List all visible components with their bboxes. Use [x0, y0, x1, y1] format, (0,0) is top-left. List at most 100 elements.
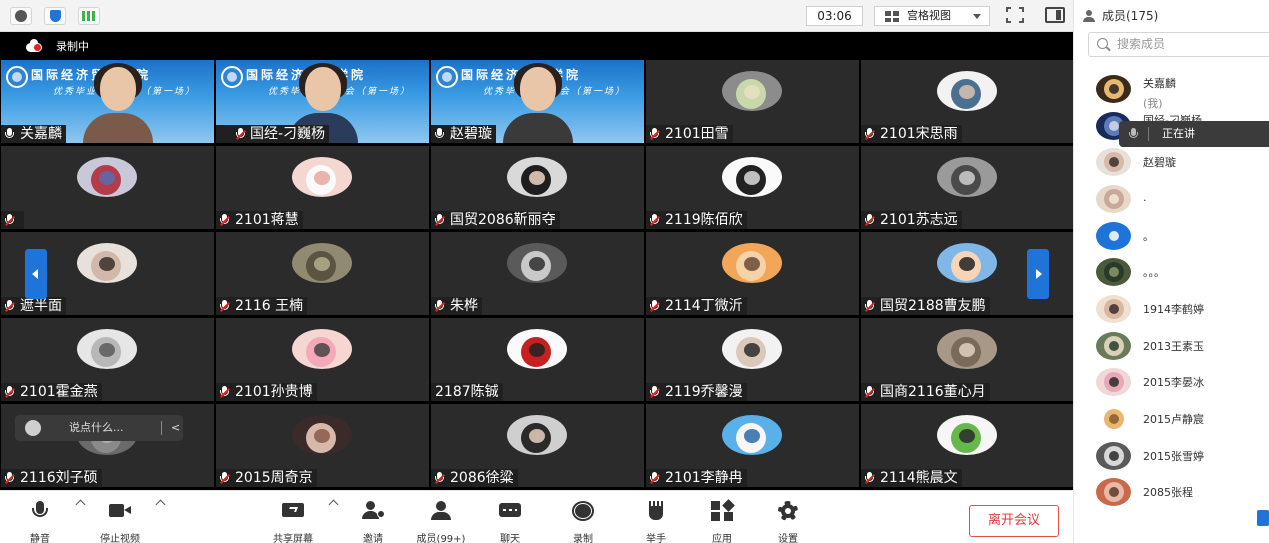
member-list-item[interactable]: 2015李晏冰 [1074, 366, 1269, 398]
gear-icon [777, 501, 799, 521]
member-list-item[interactable]: 。。。 [1074, 256, 1269, 288]
participant-tile[interactable]: 2114丁微沂 [646, 232, 859, 315]
meeting-timer: 03:06 [806, 6, 863, 26]
divider [1148, 127, 1149, 141]
avatar [937, 329, 997, 369]
member-list-item[interactable]: 2015卢静宸 [1074, 403, 1269, 435]
share-screen-button[interactable]: 共享屏幕 [253, 499, 333, 543]
prev-page-button[interactable] [25, 249, 47, 299]
member-list-item[interactable]: 2085张程 [1074, 476, 1269, 508]
participant-tile[interactable]: 2101苏志远 [861, 146, 1074, 229]
member-list-item[interactable]: 2013王素玉 [1074, 330, 1269, 362]
member-role: (我) [1143, 97, 1163, 110]
participant-name-text: 2101苏志远 [880, 212, 958, 228]
members-button[interactable]: 成员(99+) [401, 499, 481, 543]
participant-name: 2101李静冉 [646, 469, 747, 487]
view-mode-dropdown[interactable]: 宫格视图 [874, 6, 990, 26]
mic-muted-icon [650, 214, 659, 226]
avatar [507, 415, 567, 455]
mic-muted-icon [435, 472, 444, 484]
fullscreen-icon[interactable] [1006, 7, 1024, 23]
member-list-item[interactable]: 关嘉麟 (我) [1074, 73, 1269, 110]
chat-input[interactable]: 说点什么... [69, 415, 124, 441]
participant-tile[interactable]: 2119陈佰欣 [646, 146, 859, 229]
avatar [77, 157, 137, 197]
mic-muted-icon [650, 386, 659, 398]
emoji-icon[interactable] [25, 420, 41, 436]
avatar [937, 415, 997, 455]
signal-icon[interactable] [78, 7, 100, 25]
participant-name-text: 2101霍金燕 [20, 384, 98, 400]
hand-icon [645, 501, 667, 521]
members-icon [1083, 10, 1095, 22]
avatar [1096, 442, 1131, 470]
participant-tile[interactable]: 2101宋思雨 [861, 60, 1074, 143]
member-list-item[interactable]: 2015张雪婷 [1074, 440, 1269, 472]
divider [161, 421, 162, 435]
participant-tile[interactable]: 2101霍金燕 [1, 318, 214, 401]
participant-tile[interactable]: 国际经济贸易学院优秀毕业生分享会（第一场）赵碧璇 [431, 60, 644, 143]
avatar [292, 415, 352, 455]
participant-name-text: 2101蒋慧 [235, 212, 299, 228]
participant-name-text: 2187陈铖 [435, 384, 499, 400]
participant-name: 赵碧璇 [431, 125, 496, 143]
mic-muted-icon [5, 300, 14, 312]
participant-tile[interactable]: 国贸2086靳丽夺 [431, 146, 644, 229]
avatar [507, 329, 567, 369]
leave-meeting-button[interactable]: 离开会议 [969, 505, 1059, 537]
participant-name: 2101孙贵博 [216, 383, 317, 401]
record-button[interactable]: 录制 [543, 499, 623, 543]
member-list-item[interactable]: 。 [1074, 220, 1269, 252]
member-list-item[interactable]: 赵碧璇 [1074, 146, 1269, 178]
participant-tile[interactable] [1, 146, 214, 229]
security-shield-icon[interactable] [44, 7, 66, 25]
stop-video-button[interactable]: 停止视频 [80, 499, 160, 543]
member-search-input[interactable]: 搜索成员 [1088, 32, 1269, 57]
participant-tile[interactable]: 国商2116董心月 [861, 318, 1074, 401]
record-icon [572, 501, 594, 521]
settings-button[interactable]: 设置 [748, 499, 828, 543]
member-name: 2085张程 [1143, 486, 1193, 499]
share-screen-icon [282, 501, 304, 521]
mute-button[interactable]: 静音 [0, 499, 80, 543]
participant-tile[interactable]: 国际经济贸易学院优秀毕业生分享会（第一场）国经-刁巍杨 [216, 60, 429, 143]
participant-tile[interactable]: 2101田雪 [646, 60, 859, 143]
participant-name-text: 国经-刁巍杨 [250, 126, 326, 142]
participant-name-text: 赵碧璇 [450, 126, 492, 142]
participant-tile[interactable]: 2116 王楠 [216, 232, 429, 315]
school-logo [436, 66, 458, 88]
participant-tile[interactable]: 2101孙贵博 [216, 318, 429, 401]
participant-name: 国经-刁巍杨 [216, 125, 330, 143]
participant-tile[interactable]: 2086徐粱 [431, 404, 644, 487]
participant-name: 2101蒋慧 [216, 211, 303, 229]
participant-tile[interactable]: 2119乔馨漫 [646, 318, 859, 401]
participant-tile[interactable]: 2101蒋慧 [216, 146, 429, 229]
participant-tile[interactable]: 国际经济贸易学院优秀毕业生分享会（第一场）关嘉麟 [1, 60, 214, 143]
member-list-item[interactable]: . [1074, 183, 1269, 215]
participant-name: 国商2116董心月 [861, 383, 990, 401]
toggle-side-panel-icon[interactable] [1045, 7, 1065, 23]
next-page-button[interactable] [1027, 249, 1049, 299]
participant-tile[interactable]: 2187陈铖 [431, 318, 644, 401]
avatar [1096, 75, 1131, 103]
info-icon[interactable] [10, 7, 32, 25]
view-mode-label: 宫格视图 [907, 9, 951, 22]
microphone-icon [5, 128, 14, 140]
participant-name: 国贸2086靳丽夺 [431, 211, 560, 229]
participant-name-text: 2101李静冉 [665, 470, 743, 486]
chat-button[interactable]: 聊天 [470, 499, 550, 543]
chat-input-bar[interactable]: 说点什么... < [15, 415, 183, 441]
speaking-label: 正在讲 [1162, 127, 1195, 140]
scroll-handle[interactable] [1257, 510, 1269, 526]
participant-tile[interactable]: 朱桦 [431, 232, 644, 315]
search-icon [1097, 38, 1108, 49]
collapse-chat-button[interactable]: < [171, 415, 180, 441]
avatar [937, 243, 997, 283]
member-name: 。。。 [1143, 266, 1165, 279]
member-list-item[interactable]: 1914李鹤婷 [1074, 293, 1269, 325]
participant-tile[interactable]: 2101李静冉 [646, 404, 859, 487]
participant-name-text: 2114熊晨文 [880, 470, 958, 486]
participant-tile[interactable]: 2015周奇京 [216, 404, 429, 487]
members-icon [430, 501, 452, 521]
participant-tile[interactable]: 2114熊晨文 [861, 404, 1074, 487]
